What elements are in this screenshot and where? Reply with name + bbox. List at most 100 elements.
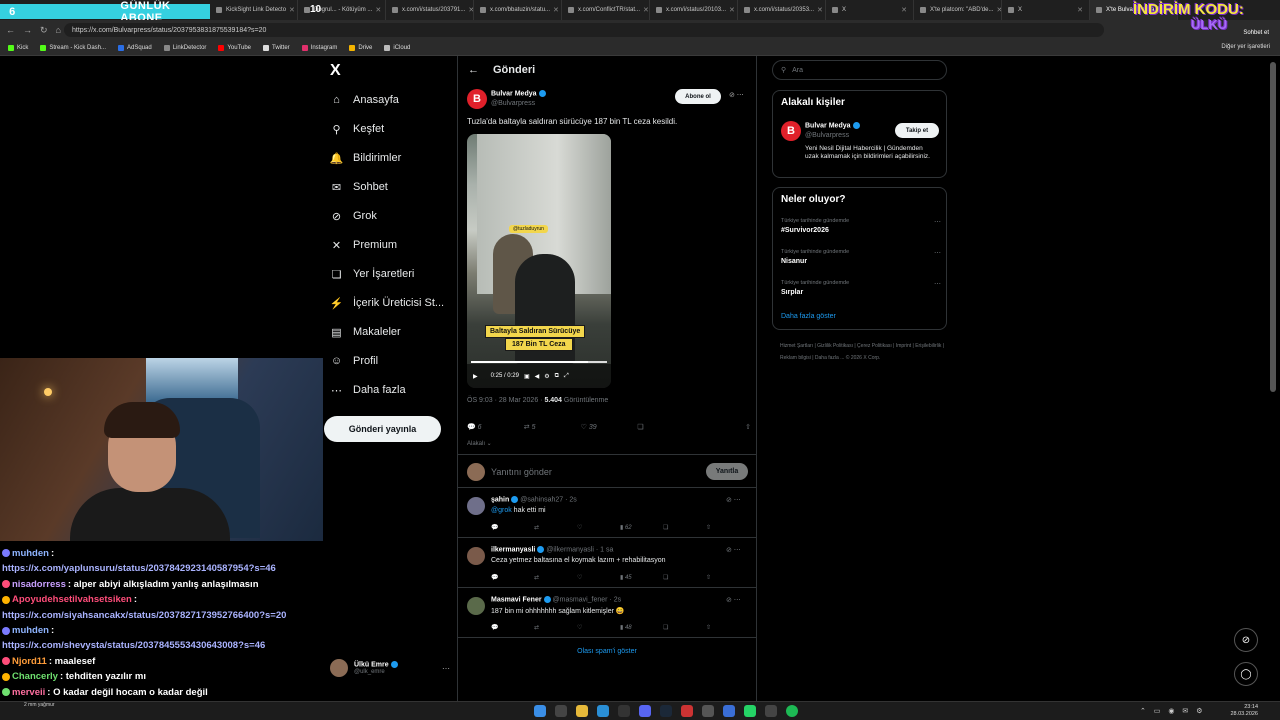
reply-author[interactable]: şahin @sahinsah27 · 2s (491, 496, 577, 503)
avatar[interactable] (467, 497, 485, 515)
nav-item-1[interactable]: ⌂ Anasayfa (330, 89, 399, 111)
reload-icon[interactable]: ↻ (40, 25, 48, 36)
bookmark-icon[interactable]: ❏ (663, 574, 706, 581)
bookmark-item[interactable]: AdSquad (118, 44, 152, 51)
author-handle[interactable]: @Bulvarpress (491, 100, 535, 107)
close-icon[interactable]: ✕ (286, 6, 295, 14)
chat-link[interactable]: https://x.com/siyahsancakx/status/203782… (2, 610, 286, 621)
more-icon[interactable]: ⋯ (934, 218, 941, 226)
x-logo[interactable]: X (330, 62, 341, 80)
repost-action[interactable]: ⇄ 5 (524, 423, 581, 435)
bookmark-item[interactable]: Instagram (301, 44, 337, 51)
reply-button[interactable]: Yanıtla (706, 463, 748, 480)
reply-item[interactable]: ilkermanyasli @ilkermanyasli · 1 sa ⊘ ⋯ Ce… (458, 539, 756, 588)
avatar[interactable] (467, 547, 485, 565)
nav-item-5[interactable]: ⊘ Grok (330, 205, 377, 227)
share-icon[interactable]: ⇧ (706, 524, 749, 531)
search-icon[interactable] (555, 705, 567, 717)
browser-tab[interactable]: x.com/ConflictTR/stat... ✕ (562, 0, 650, 20)
nav-item-9[interactable]: ▤ Makaleler (330, 321, 400, 343)
chat-bubble-icon[interactable]: ◯ (1234, 662, 1258, 686)
close-icon[interactable]: ✕ (993, 6, 1001, 14)
bookmark-item[interactable]: Kick (8, 44, 28, 51)
browser-tab[interactable]: x.com/bbatuzin/statu... ✕ (474, 0, 562, 20)
close-icon[interactable]: ✕ (726, 6, 735, 14)
reply-icon[interactable]: 💬 (491, 624, 534, 631)
bookmark-item[interactable]: YouTube (218, 44, 251, 51)
bookmark-item[interactable]: Stream - Kick Dash... (40, 44, 106, 51)
chrome-icon[interactable] (618, 705, 630, 717)
reply-menu-icons[interactable]: ⊘ ⋯ (726, 596, 741, 604)
settings-icon[interactable]: ⚙ (544, 373, 549, 380)
spotify-icon[interactable] (786, 705, 798, 717)
views-icon[interactable]: ▮ 62 (620, 524, 663, 531)
browser-tab[interactable]: X ✕ (1002, 0, 1090, 20)
whatsapp-icon[interactable] (744, 705, 756, 717)
close-icon[interactable]: ✕ (814, 6, 823, 14)
repost-icon[interactable]: ⇄ (534, 574, 577, 581)
grok-icon[interactable]: ⊘ (1234, 628, 1258, 652)
reply-menu-icons[interactable]: ⊘ ⋯ (726, 496, 741, 504)
reply-item[interactable]: Masmavi Fener @masmavi_fener · 2s ⊘ ⋯ 187 … (458, 589, 756, 638)
reply-author[interactable]: Masmavi Fener @masmavi_fener · 2s (491, 596, 621, 603)
author-name[interactable]: Bulvar Medya (491, 90, 546, 97)
share-icon[interactable]: ⇧ (694, 423, 751, 435)
trend-item[interactable]: Türkiye tarihinde gündemde Nisanur ⋯ (781, 249, 941, 265)
close-icon[interactable]: ✕ (640, 6, 649, 14)
more-icon[interactable]: ⋯ (934, 280, 941, 288)
bookmark-icon[interactable]: ❏ (663, 624, 706, 631)
like-icon[interactable]: ♡ (577, 624, 620, 631)
chat-username[interactable]: Chancerly (12, 671, 58, 682)
more-icon[interactable]: ⋯ (442, 664, 450, 673)
post-button[interactable]: Gönderi yayınla (324, 416, 441, 442)
nav-item-8[interactable]: ⚡ İçerik Üreticisi St... (330, 292, 444, 314)
app-icon[interactable] (681, 705, 693, 717)
chat-label[interactable]: Sohbet et (1243, 26, 1269, 41)
app-icon[interactable] (723, 705, 735, 717)
volume-icon[interactable]: ◀ (535, 373, 540, 380)
reply-menu-icons[interactable]: ⊘ ⋯ (726, 546, 741, 554)
follow-button[interactable]: Takip et (895, 123, 939, 138)
weather-widget[interactable]: 2 mm yağmur (24, 702, 55, 708)
share-icon[interactable]: ⇧ (706, 574, 749, 581)
bookmark-item[interactable]: Drive (349, 44, 372, 51)
app-icon[interactable] (765, 705, 777, 717)
video-player[interactable]: @tuzladuyrun Baltayla Saldıran Sürücüye … (467, 134, 611, 388)
browser-tab[interactable]: x.com/i/status/20103... ✕ (650, 0, 738, 20)
chat-username[interactable]: muhden (12, 625, 49, 636)
close-icon[interactable]: ✕ (898, 6, 907, 14)
chat-username[interactable]: merveii (12, 687, 45, 698)
clock[interactable]: 23:14 28.03.2026 (1230, 704, 1258, 718)
related-toggle[interactable]: Alakalı ⌄ (467, 440, 492, 447)
forward-icon[interactable]: → (23, 25, 32, 36)
home-icon[interactable]: ⌂ (56, 25, 61, 36)
browser-tab[interactable]: KickSight Link Detecto ✕ (210, 0, 298, 20)
edge-icon[interactable] (597, 705, 609, 717)
reply-action[interactable]: 💬 6 (467, 423, 524, 435)
account-switcher[interactable]: Ülkü Emre @ulk_emre ⋯ (330, 659, 450, 677)
pip-icon[interactable]: ⧉ (555, 373, 559, 380)
bookmark-icon[interactable]: ❏ (663, 524, 706, 531)
discord-icon[interactable] (639, 705, 651, 717)
captions-icon[interactable]: ▣ (524, 373, 530, 380)
nav-item-11[interactable]: ⋯ Daha fazla (330, 379, 406, 401)
browser-tab[interactable]: X'te platcom: "ABD'de... ✕ (914, 0, 1002, 20)
play-icon[interactable]: ▶ (473, 373, 478, 380)
scrollbar[interactable] (1270, 62, 1276, 392)
search-input[interactable]: ⚲ Ara (772, 60, 947, 80)
chat-link[interactable]: https://x.com/yaplunsuru/status/20378429… (2, 563, 276, 574)
chat-username[interactable]: Njord11 (12, 656, 47, 667)
repost-icon[interactable]: ⇄ (534, 524, 577, 531)
trend-item[interactable]: Türkiye tarihinde gündemde Sırplar ⋯ (781, 280, 941, 296)
close-icon[interactable]: ✕ (372, 6, 381, 14)
back-arrow-icon[interactable]: ← (468, 64, 479, 76)
chat-username[interactable]: muhden (12, 548, 49, 559)
start-icon[interactable] (534, 705, 546, 717)
bookmark-item[interactable]: iCloud (384, 44, 410, 51)
browser-tab[interactable]: x.com/i/status/203791... ✕ (386, 0, 474, 20)
views-icon[interactable]: ▮ 48 (620, 624, 663, 631)
trend-item[interactable]: Türkiye tarihinde gündemde #Survivor2026 ⋯ (781, 218, 941, 234)
browser-tab[interactable]: X ✕ (826, 0, 914, 20)
nav-item-3[interactable]: 🔔 Bildirimler (330, 147, 402, 169)
views-icon[interactable]: ▮ 45 (620, 574, 663, 581)
